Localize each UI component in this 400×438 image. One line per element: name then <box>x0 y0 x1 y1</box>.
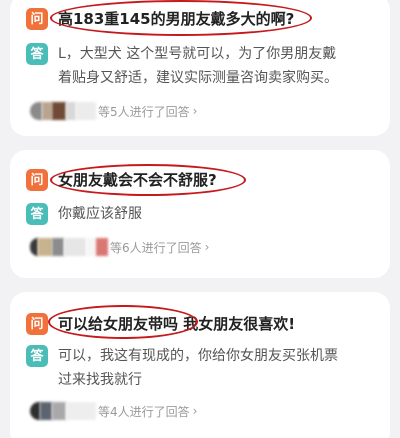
reply-count-text: 等5人进行了回答 <box>98 104 190 119</box>
answer-line: 着贴身又舒适，建议实际测量咨询卖家购买。 <box>58 70 338 86</box>
reply-avatars <box>30 102 96 120</box>
answer-row: 答 可以，我这有现成的，你给你女朋友买张机票 过来找我就行 <box>26 344 338 392</box>
reply-count-text: 等6人进行了回答 <box>110 240 202 255</box>
avatar <box>30 402 40 420</box>
replies-link[interactable]: 等6人进行了回答 › <box>30 236 209 258</box>
answer-badge: 答 <box>26 345 48 367</box>
question-badge: 问 <box>26 169 48 191</box>
answer-badge: 答 <box>26 203 48 225</box>
avatar <box>30 238 38 256</box>
answer-row: 答 你戴应该舒服 <box>26 202 142 226</box>
answer-text: 可以，我这有现成的，你给你女朋友买张机票 过来找我就行 <box>58 344 338 392</box>
avatar <box>52 402 66 420</box>
answer-text: 你戴应该舒服 <box>58 202 142 226</box>
replies-link[interactable]: 等4人进行了回答 › <box>30 400 197 422</box>
avatar <box>30 102 42 120</box>
answer-line: L，大型犬 这个型号就可以，为了你男朋友戴 <box>58 46 337 62</box>
question-text[interactable]: 女朋友戴会不会不舒服? <box>58 169 217 191</box>
avatar <box>40 402 52 420</box>
question-badge: 问 <box>26 313 48 335</box>
avatar <box>96 238 108 256</box>
question-circled-part: 可以给女朋友带吗 <box>58 315 179 333</box>
qa-card-1[interactable]: 问 高183重145的男朋友戴多大的啊? 答 L，大型犬 这个型号就可以，为了你… <box>10 0 390 136</box>
question-row: 问 女朋友戴会不会不舒服? <box>26 169 217 191</box>
question-row: 问 可以给女朋友带吗 我女朋友很喜欢! <box>26 313 295 335</box>
replies-link[interactable]: 等5人进行了回答 › <box>30 100 197 122</box>
avatar <box>66 102 76 120</box>
avatar <box>52 238 64 256</box>
question-rest: 我女朋友很喜欢! <box>178 315 296 333</box>
question-text[interactable]: 高183重145的男朋友戴多大的啊? <box>58 8 294 30</box>
question-row: 问 高183重145的男朋友戴多大的啊? <box>26 8 294 30</box>
answer-line: 过来找我就行 <box>58 372 142 388</box>
chevron-right-icon: › <box>204 240 210 254</box>
avatar <box>52 102 66 120</box>
reply-count-text: 等4人进行了回答 <box>98 404 190 419</box>
avatar <box>66 402 96 420</box>
answer-line: 你戴应该舒服 <box>58 206 142 222</box>
chevron-right-icon: › <box>192 104 198 118</box>
avatar <box>86 238 96 256</box>
chevron-right-icon: › <box>192 404 198 418</box>
avatar <box>38 238 52 256</box>
reply-avatars <box>30 402 96 420</box>
answer-row: 答 L，大型犬 这个型号就可以，为了你男朋友戴 着贴身又舒适，建议实际测量咨询卖… <box>26 42 338 90</box>
question-badge: 问 <box>26 8 48 30</box>
answer-badge: 答 <box>26 43 48 65</box>
avatar <box>42 102 52 120</box>
avatar <box>64 238 86 256</box>
answer-text: L，大型犬 这个型号就可以，为了你男朋友戴 着贴身又舒适，建议实际测量咨询卖家购… <box>58 42 338 90</box>
question-text[interactable]: 可以给女朋友带吗 我女朋友很喜欢! <box>58 313 295 335</box>
answer-line: 可以，我这有现成的，你给你女朋友买张机票 <box>58 348 338 364</box>
qa-card-3[interactable]: 问 可以给女朋友带吗 我女朋友很喜欢! 答 可以，我这有现成的，你给你女朋友买张… <box>10 292 390 438</box>
reply-avatars <box>30 238 108 256</box>
avatar <box>76 102 96 120</box>
qa-card-2[interactable]: 问 女朋友戴会不会不舒服? 答 你戴应该舒服 等6人进行了回答 › <box>10 150 390 278</box>
